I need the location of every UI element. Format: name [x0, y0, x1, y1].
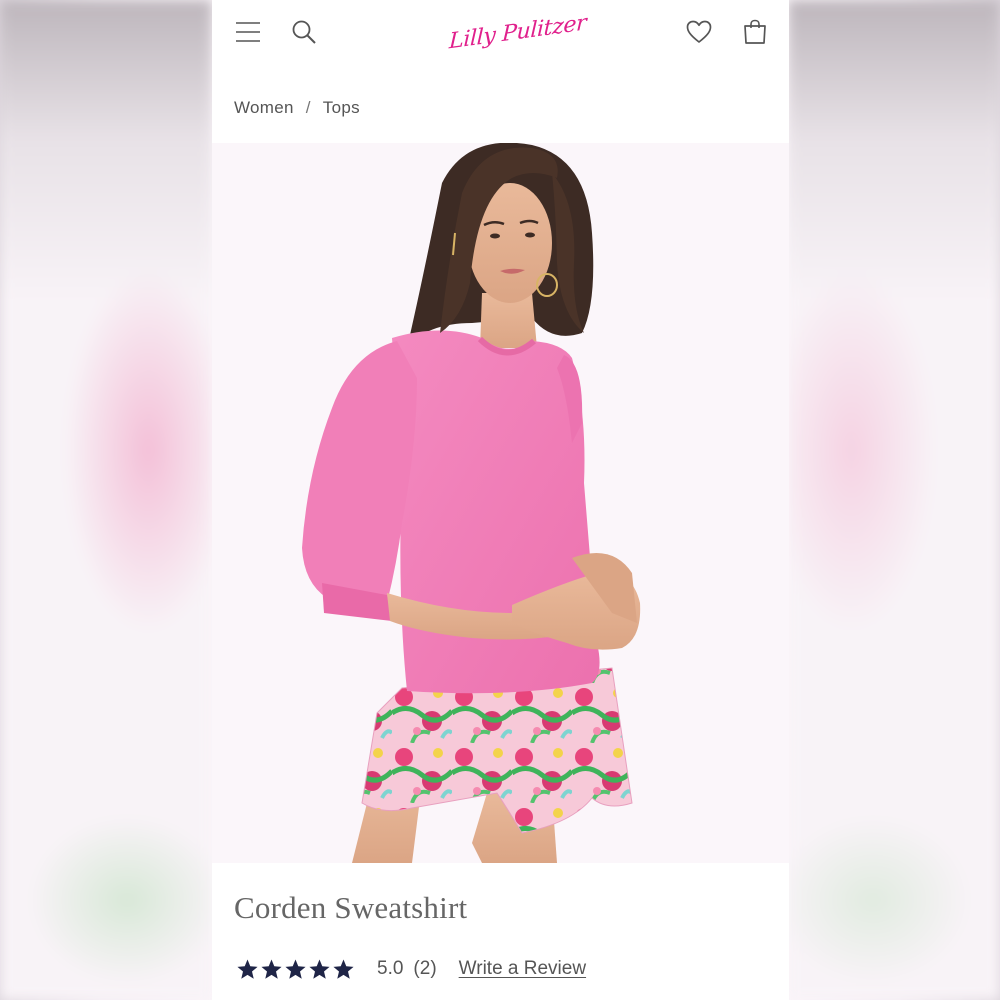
breadcrumb-separator: / [305, 98, 311, 117]
breadcrumb: Women / Tops [234, 98, 360, 118]
product-title: Corden Sweatshirt [234, 890, 468, 925]
site-header: Lilly Pulitzer [212, 0, 789, 66]
search-button[interactable] [290, 18, 318, 46]
star-icon [237, 958, 258, 979]
star-rating[interactable] [236, 958, 355, 981]
brand-logo[interactable]: Lilly Pulitzer [449, 8, 587, 58]
mobile-page: Lilly Pulitzer Women / Tops Corden Sweat… [212, 0, 789, 1000]
star-icon [261, 958, 282, 979]
wishlist-button[interactable] [685, 18, 713, 46]
search-icon [292, 20, 316, 44]
star-icon [333, 958, 354, 979]
shopping-bag-icon [744, 19, 766, 44]
star-icon [285, 958, 306, 979]
breadcrumb-tops[interactable]: Tops [323, 98, 360, 118]
review-count[interactable]: (2) [413, 958, 436, 980]
heart-icon [686, 20, 712, 43]
rating-row: 5.0 (2) Write a Review [236, 954, 586, 984]
cart-button[interactable] [741, 18, 769, 46]
menu-button[interactable] [234, 18, 262, 46]
rating-value: 5.0 [377, 958, 404, 979]
breadcrumb-women[interactable]: Women [234, 98, 294, 118]
write-review-link[interactable]: Write a Review [459, 958, 586, 980]
model-photo [302, 143, 641, 863]
background-right-blur [788, 0, 1000, 1000]
star-icon [309, 958, 330, 979]
menu-icon [236, 22, 260, 42]
background-left-blur [0, 0, 212, 1000]
product-image[interactable] [212, 143, 789, 863]
